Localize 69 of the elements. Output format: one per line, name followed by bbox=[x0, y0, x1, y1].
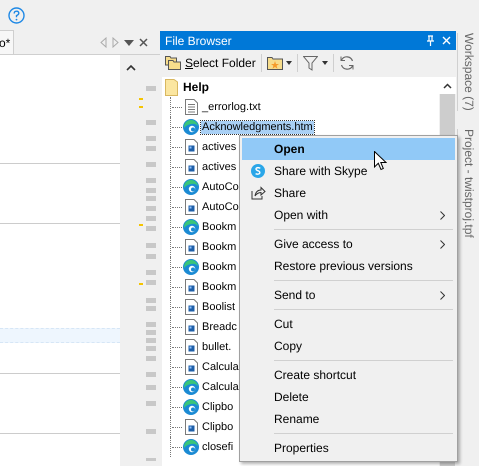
tree-item[interactable]: Boolist bbox=[201, 300, 236, 314]
menu-item[interactable]: Properties bbox=[242, 437, 455, 459]
tree-item[interactable]: actives bbox=[201, 140, 238, 154]
image-file-icon bbox=[184, 319, 198, 335]
help-icon[interactable] bbox=[8, 7, 25, 24]
tree-item[interactable]: Bookm bbox=[201, 280, 238, 294]
tree-item[interactable]: AutoCo bbox=[201, 200, 240, 214]
image-file-icon bbox=[184, 239, 198, 255]
edge-browser-icon bbox=[183, 219, 199, 235]
menu-item[interactable]: Send to bbox=[242, 284, 455, 306]
tree-item[interactable]: Calcula bbox=[201, 360, 240, 374]
tree-item[interactable]: actives bbox=[201, 160, 238, 174]
folder-icon bbox=[165, 78, 178, 96]
menu-item[interactable]: Give access to bbox=[242, 233, 455, 255]
close-icon[interactable] bbox=[139, 38, 148, 47]
edge-browser-icon bbox=[183, 179, 199, 195]
image-file-icon bbox=[184, 299, 198, 315]
refresh-icon[interactable] bbox=[338, 55, 355, 71]
tree-item[interactable]: Breadc bbox=[201, 320, 238, 334]
text-file-icon bbox=[184, 99, 198, 115]
side-tab[interactable]: Workspace (7) bbox=[457, 33, 478, 111]
caret-icon bbox=[322, 61, 328, 65]
caret-icon bbox=[286, 61, 292, 65]
image-file-icon bbox=[184, 139, 198, 155]
mouse-cursor-icon bbox=[374, 151, 387, 171]
tree-item[interactable]: closefi bbox=[201, 440, 234, 454]
menu-item[interactable]: Open bbox=[242, 138, 455, 160]
image-file-icon bbox=[184, 279, 198, 295]
menu-item[interactable]: Rename bbox=[242, 408, 455, 430]
tree-item[interactable]: Calcula bbox=[201, 380, 240, 394]
tab-list-dropdown-icon[interactable] bbox=[124, 40, 134, 46]
menu-item[interactable]: Share bbox=[242, 182, 455, 204]
menu-item[interactable]: Cut bbox=[242, 313, 455, 335]
tree-item[interactable]: Clipbo bbox=[201, 420, 234, 434]
share-icon bbox=[250, 186, 266, 200]
tree-item[interactable]: AutoCo bbox=[201, 180, 240, 194]
edge-browser-icon bbox=[183, 399, 199, 415]
tree-item[interactable]: Bookm bbox=[201, 220, 238, 234]
tree-item[interactable]: _errorlog.txt bbox=[201, 100, 262, 114]
image-file-icon bbox=[184, 419, 198, 435]
tree-item[interactable]: Clipbo bbox=[201, 400, 234, 414]
edge-browser-icon bbox=[183, 379, 199, 395]
tree-item[interactable]: Help bbox=[183, 78, 210, 96]
image-file-icon bbox=[184, 159, 198, 175]
edge-browser-icon bbox=[183, 439, 199, 455]
scroll-up-icon[interactable] bbox=[443, 82, 452, 88]
scroll-up-icon[interactable] bbox=[126, 65, 136, 71]
pin-icon[interactable] bbox=[426, 35, 435, 46]
edge-browser-icon bbox=[183, 119, 199, 135]
image-file-icon bbox=[184, 359, 198, 375]
edge-browser-icon bbox=[183, 259, 199, 275]
menu-item[interactable]: Restore previous versions bbox=[242, 255, 455, 277]
image-file-icon bbox=[184, 199, 198, 215]
tree-item[interactable]: Bookm bbox=[201, 260, 238, 274]
menu-item[interactable]: Open with bbox=[242, 204, 455, 226]
skype-icon bbox=[251, 164, 265, 178]
select-folder-button[interactable]: Select Folder bbox=[165, 52, 256, 74]
image-file-icon bbox=[184, 339, 198, 355]
star-folder-icon bbox=[266, 56, 283, 70]
filter-icon bbox=[302, 56, 318, 70]
panel-title: File Browser bbox=[165, 32, 232, 50]
menu-item[interactable]: Create shortcut bbox=[242, 364, 455, 386]
menu-item[interactable]: Share with Skype bbox=[242, 160, 455, 182]
tree-item[interactable]: bullet. bbox=[201, 340, 232, 354]
menu-item[interactable]: Copy bbox=[242, 335, 455, 357]
tree-item[interactable]: Acknowledgments.htm bbox=[201, 120, 314, 134]
folders-icon bbox=[165, 56, 181, 70]
tree-item[interactable]: Bookm bbox=[201, 240, 238, 254]
menu-item[interactable]: Delete bbox=[242, 386, 455, 408]
